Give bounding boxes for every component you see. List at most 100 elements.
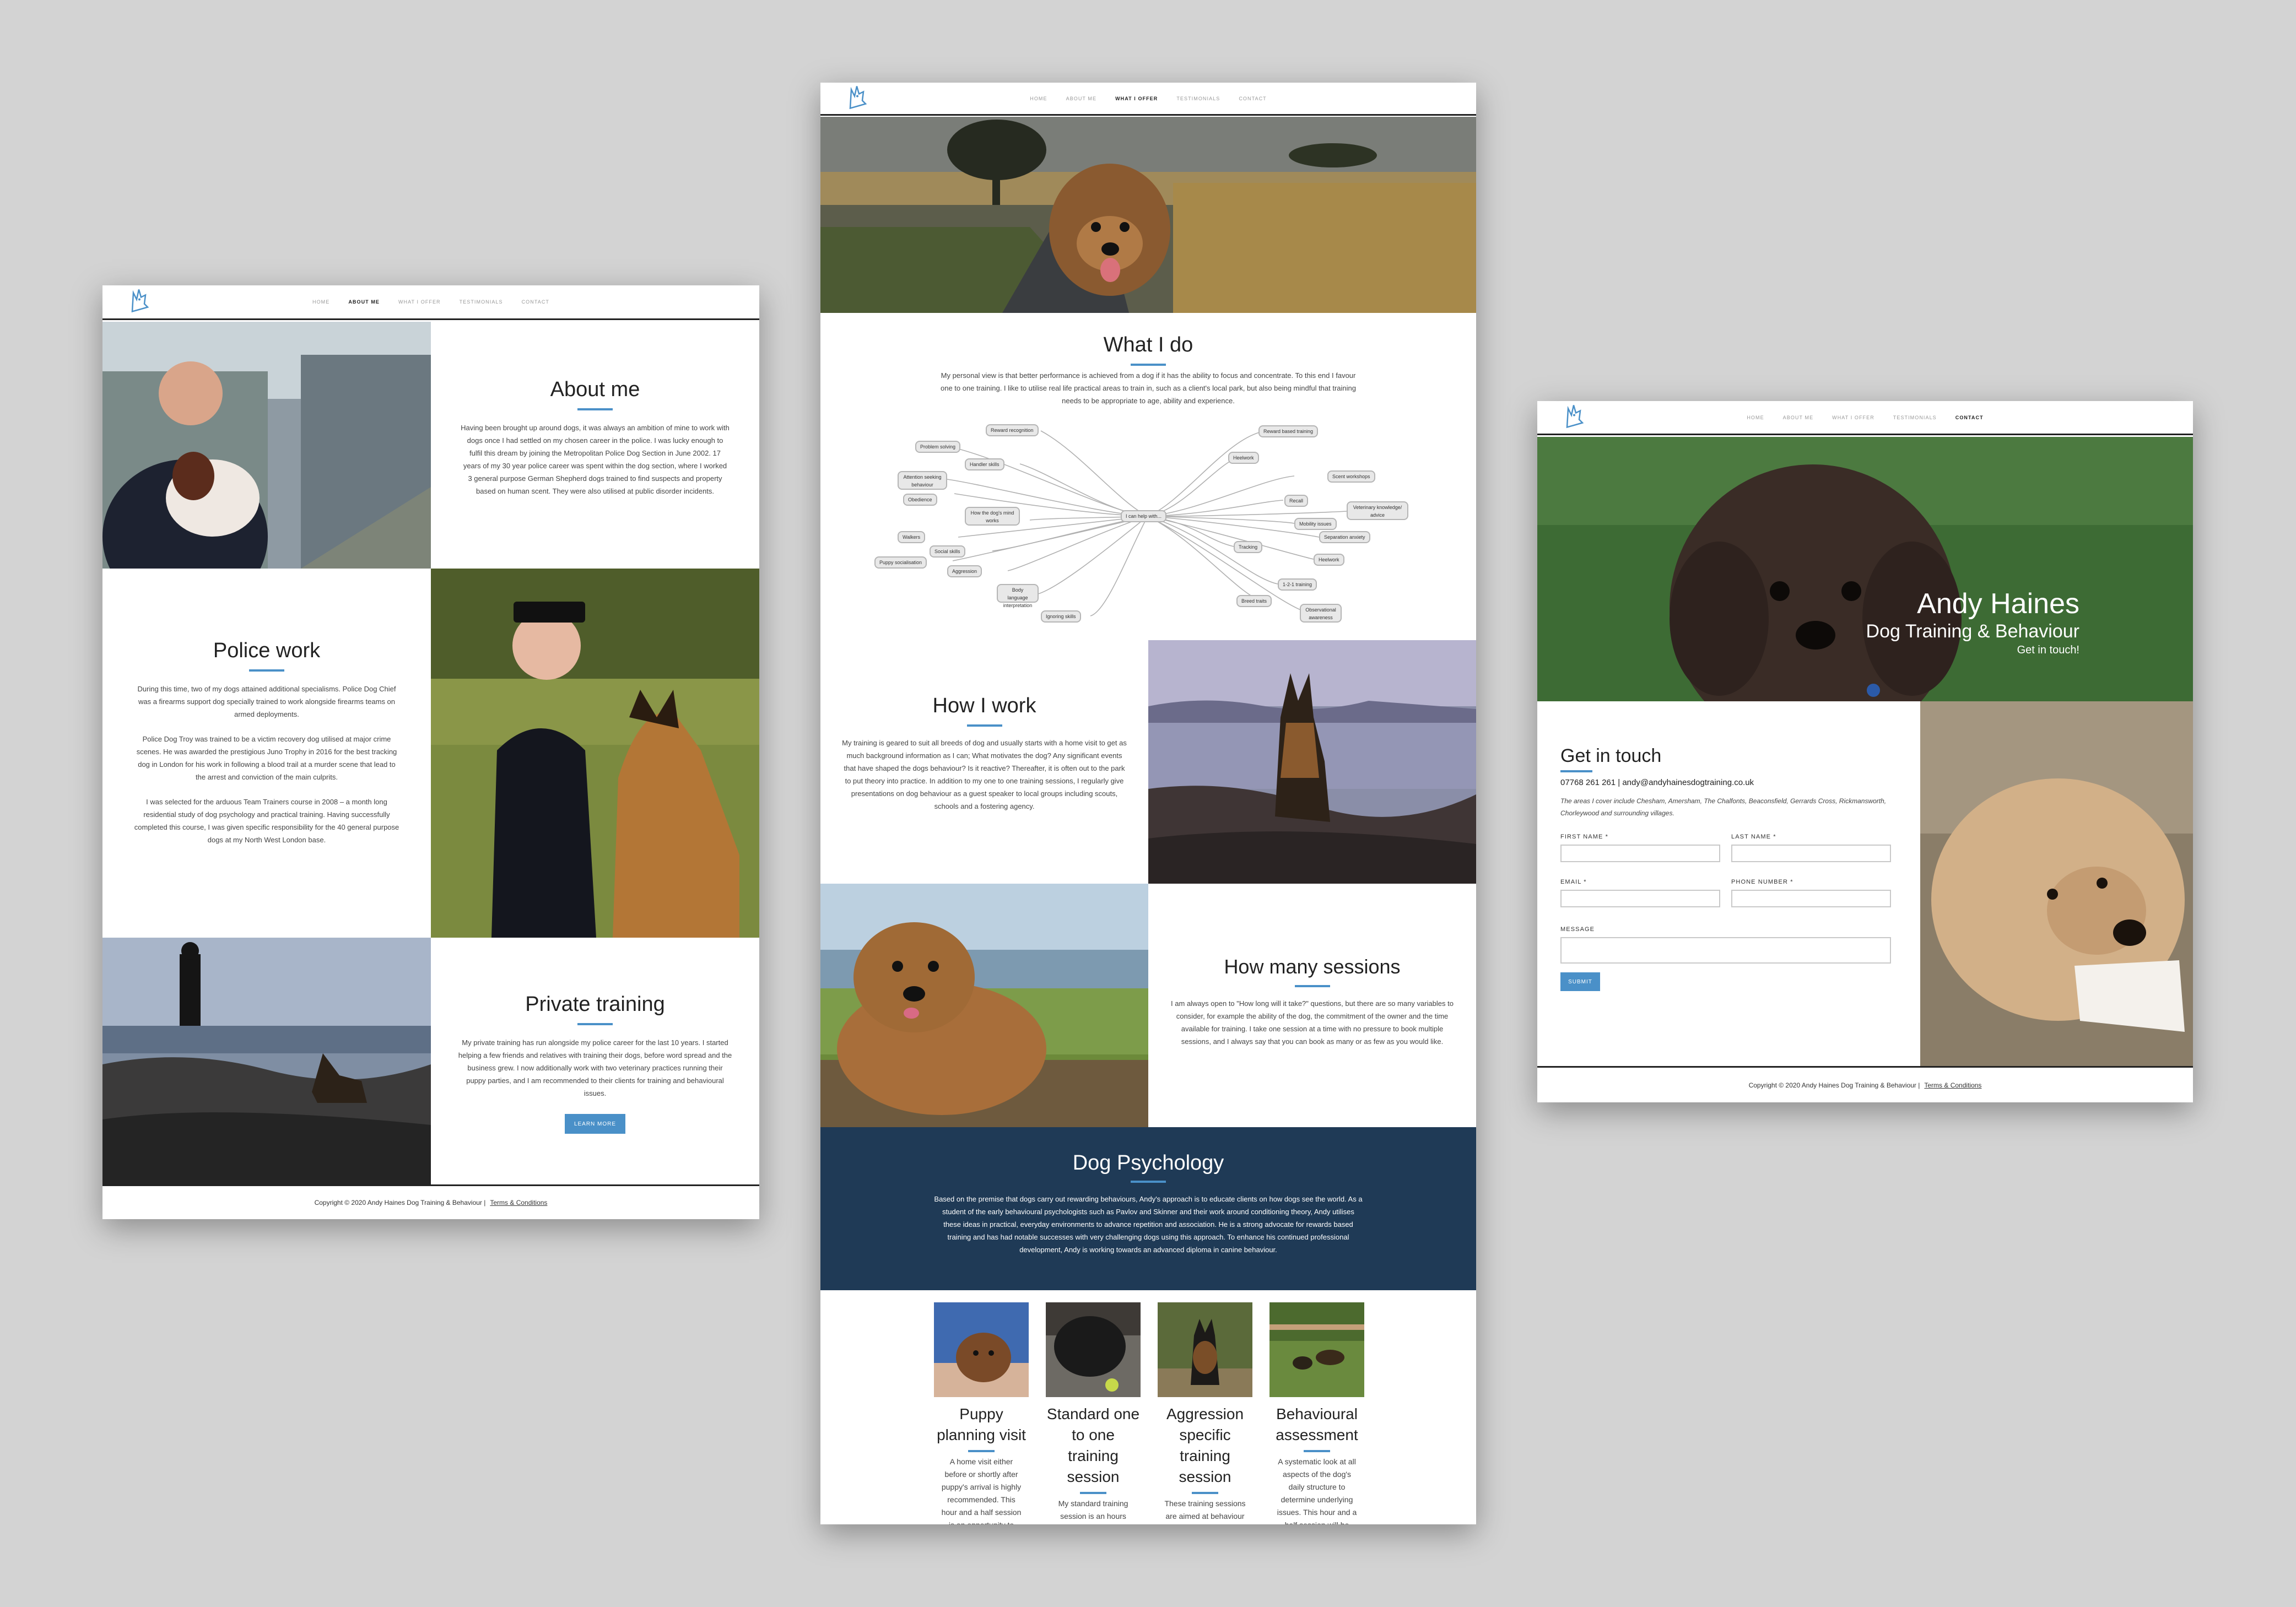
mind-map-node: Aggression [947,565,982,577]
nav-about[interactable]: ABOUT ME [1783,415,1813,420]
dog-logo-icon[interactable] [1564,403,1584,432]
nav-about[interactable]: ABOUT ME [1066,96,1096,101]
nav-contact[interactable]: CONTACT [522,299,549,305]
nav-testimonials[interactable]: TESTIMONIALS [1176,96,1220,101]
nav-offer[interactable]: WHAT I OFFER [398,299,441,305]
mind-map-node: How the dog's mind works [965,507,1020,526]
service-text: These training sessions are aimed at beh… [1164,1499,1246,1521]
andy-with-spaniel-photo [102,322,431,569]
areas-covered-text: The areas I cover include Chesham, Amers… [1560,797,1887,817]
title-underline [1304,1450,1330,1452]
nav-home[interactable]: HOME [312,299,329,305]
learn-more-button[interactable]: LEARN MORE [565,1114,625,1134]
email-field[interactable] [1560,890,1720,907]
message-label: MESSAGE [1560,926,1595,933]
doodle-resting-on-sofa-photo [1920,701,2193,1066]
nav-home[interactable]: HOME [1030,96,1047,101]
how-many-sessions-text: I am always open to "How long will it ta… [1171,999,1454,1046]
last-name-label: LAST NAME * [1731,834,1776,840]
mind-map-node: Observational awareness [1300,604,1342,623]
hero-dark-cockapoo-photo [1537,437,2193,701]
nav-bar: HOME ABOUT ME WHAT I OFFER TESTIMONIALS … [1537,401,2193,435]
how-i-work-text: My training is geared to suit all breeds… [842,739,1127,810]
mind-map-node: Ignoring skills [1041,610,1081,623]
submit-button[interactable]: SUBMIT [1560,972,1600,991]
mind-map-node: Obedience [903,494,937,506]
nav-bar: HOME ABOUT ME WHAT I OFFER TESTIMONIALS … [102,285,759,320]
dog-on-lead-photo [1158,1302,1252,1397]
mind-map-node: Walkers [898,531,926,543]
title-underline [1131,364,1166,366]
service-card[interactable]: Behavioural assessment A systematic look… [1269,1302,1364,1524]
german-shepherd-on-rocks-photo [1148,640,1476,884]
nav-about[interactable]: ABOUT ME [348,299,380,305]
andy-on-rocks-with-dog-photo [102,938,431,1184]
footer: Copyright © 2020 Andy Haines Dog Trainin… [102,1184,759,1219]
service-text: A home visit either before or shortly af… [941,1457,1022,1524]
mind-map-center: I can help with... [1121,510,1167,522]
mind-map-node: Recall [1284,495,1309,507]
nav-contact[interactable]: CONTACT [1239,96,1266,101]
phone-field[interactable] [1731,890,1891,907]
mind-map-node: Attention seeking behaviour [898,471,947,490]
hero-subtitle: Dog Training & Behaviour [1866,621,2079,642]
service-title: Aggression specific training session [1166,1405,1244,1485]
title-underline [1080,1492,1106,1494]
terms-link[interactable]: Terms & Conditions [1924,1081,1981,1089]
how-i-work-title: How I work [932,694,1036,717]
about-page-mockup: HOME ABOUT ME WHAT I OFFER TESTIMONIALS … [102,285,759,1219]
nav-offer[interactable]: WHAT I OFFER [1115,96,1158,101]
nav-contact[interactable]: CONTACT [1955,415,1984,420]
get-in-touch-title: Get in touch [1560,745,1662,766]
police-text-2: Police Dog Troy was trained to be a vict… [136,735,397,781]
service-card[interactable]: Aggression specific training session The… [1158,1302,1252,1524]
contact-page-mockup: HOME ABOUT ME WHAT I OFFER TESTIMONIALS … [1537,401,2193,1102]
service-card[interactable]: Puppy planning visit A home visit either… [934,1302,1029,1524]
message-field[interactable] [1560,937,1891,964]
service-title: Puppy planning visit [937,1405,1026,1443]
dog-logo-icon[interactable] [847,84,867,113]
nav-home[interactable]: HOME [1747,415,1764,420]
dogs-in-garden-photo [1269,1302,1364,1397]
nav-offer[interactable]: WHAT I OFFER [1832,415,1874,420]
mind-map-node: Separation anxiety [1319,531,1370,543]
how-many-sessions-title: How many sessions [1224,955,1401,978]
service-card[interactable]: Standard one to one training session My … [1046,1302,1141,1524]
title-underline [1560,770,1592,772]
dog-with-ball-photo [1046,1302,1141,1397]
email-label: EMAIL * [1560,879,1587,885]
title-underline [577,1023,613,1025]
mind-map-node: Body language interpretation [997,584,1039,608]
contact-details: 07768 261 261 | andy@andyhainesdogtraini… [1560,778,1754,787]
dog-psychology-section: Dog Psychology Based on the premise that… [820,1127,1476,1290]
what-i-do-title: What I do [1103,333,1193,356]
mind-map-node: Puppy socialisation [874,556,927,569]
last-name-field[interactable] [1731,845,1891,862]
hero-cta[interactable]: Get in touch! [1866,642,2079,658]
first-name-label: FIRST NAME * [1560,834,1608,840]
title-underline [577,408,613,410]
service-text: My standard training session is an hours… [1058,1499,1128,1521]
copyright-text: Copyright © 2020 Andy Haines Dog Trainin… [314,1199,486,1206]
terms-link[interactable]: Terms & Conditions [490,1199,547,1206]
mind-map-node: Tracking [1234,541,1263,553]
nav-testimonials[interactable]: TESTIMONIALS [1893,415,1937,420]
mind-map-node: Heelwork [1228,452,1259,464]
about-title: About me [550,378,640,401]
mind-map-node: Handler skills [965,458,1004,470]
phone-label: PHONE NUMBER * [1731,879,1793,885]
nav-bar: HOME ABOUT ME WHAT I OFFER TESTIMONIALS … [820,83,1476,116]
dog-logo-icon[interactable] [129,288,149,317]
police-officer-with-german-shepherd-photo [431,569,759,938]
police-text-1: During this time, two of my dogs attaine… [137,685,396,718]
offer-page-mockup: HOME ABOUT ME WHAT I OFFER TESTIMONIALS … [820,83,1476,1524]
mind-map-node: Reward based training [1258,425,1319,437]
copyright-text: Copyright © 2020 Andy Haines Dog Trainin… [1748,1081,1920,1089]
hero-name: Andy Haines [1917,588,2079,620]
footer: Copyright © 2020 Andy Haines Dog Trainin… [1537,1066,2193,1102]
first-name-field[interactable] [1560,845,1720,862]
title-underline [1192,1492,1218,1494]
mind-map-node: Social skills [930,545,965,558]
nav-testimonials[interactable]: TESTIMONIALS [460,299,503,305]
service-cards: Puppy planning visit A home visit either… [820,1290,1476,1524]
